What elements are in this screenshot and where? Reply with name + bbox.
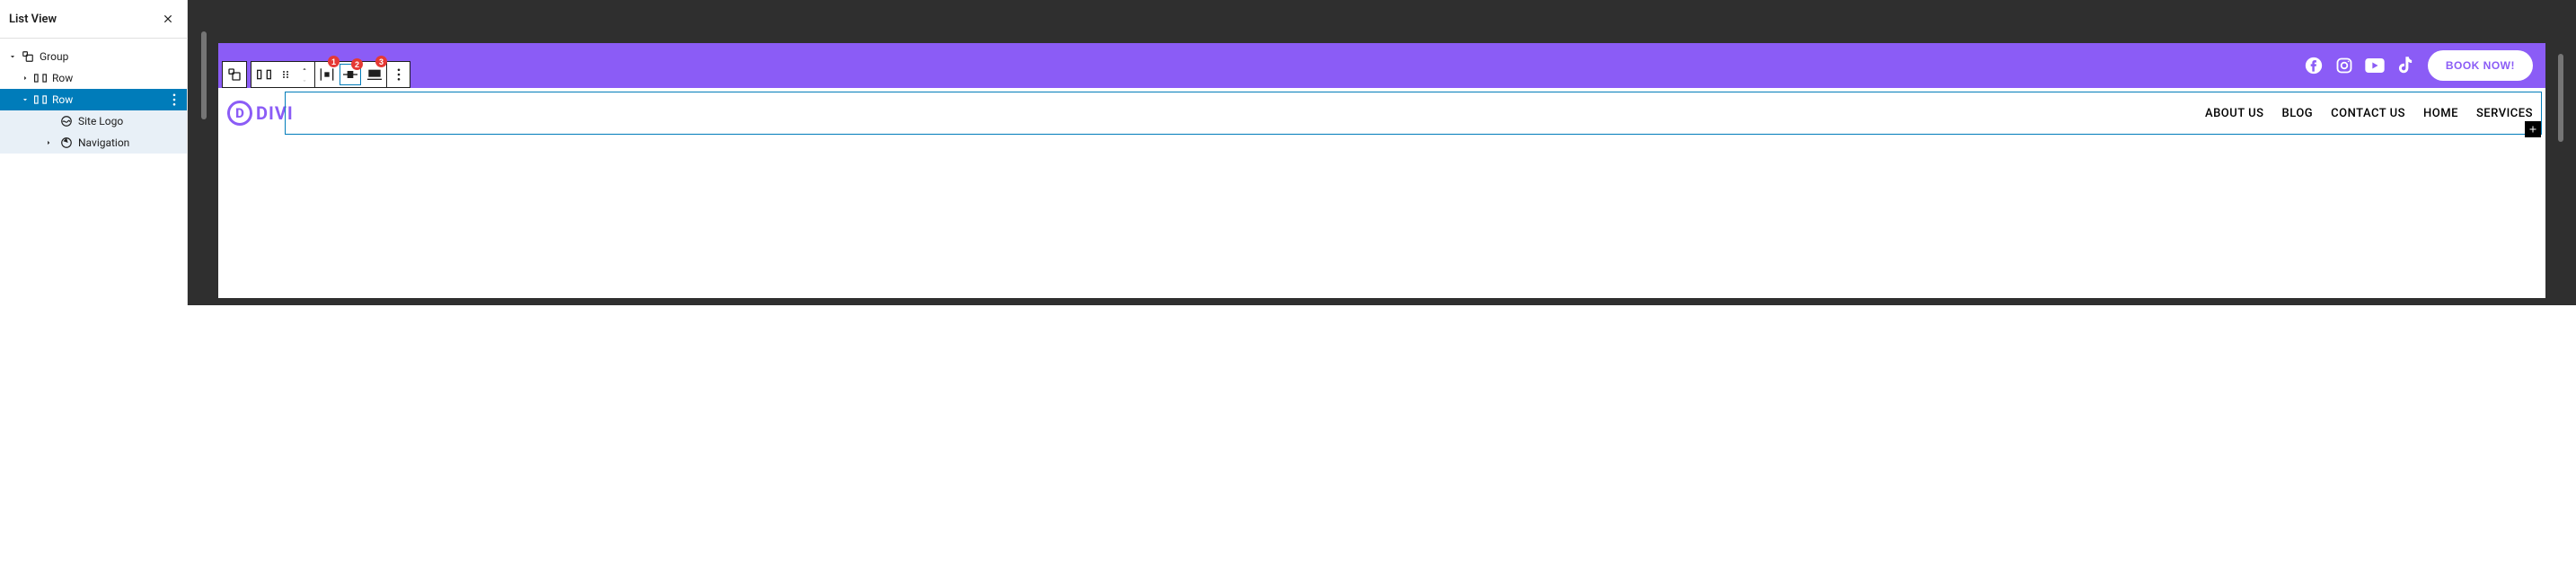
tree-item-row[interactable]: Row bbox=[0, 67, 187, 89]
page-preview: BOOK NOW! D DIVI ABOUT US BLOG CONTACT U… bbox=[218, 43, 2545, 298]
tree-item-group[interactable]: Group bbox=[0, 46, 187, 67]
editor-canvas: 1 2 3 BOOK NOW! bbox=[188, 0, 2576, 305]
scrollbar-left[interactable] bbox=[201, 31, 207, 119]
move-up-button[interactable] bbox=[300, 63, 309, 75]
more-vertical-icon bbox=[397, 68, 401, 81]
close-icon bbox=[162, 13, 174, 25]
social-icons bbox=[2304, 56, 2415, 75]
tree-label: Row bbox=[52, 72, 180, 84]
facebook-icon[interactable] bbox=[2304, 56, 2324, 75]
more-options-button[interactable] bbox=[386, 62, 410, 87]
scrollbar-right[interactable] bbox=[2558, 54, 2563, 142]
row-icon bbox=[257, 69, 271, 80]
annotation-badge-2: 2 bbox=[351, 58, 363, 70]
row-icon bbox=[34, 95, 47, 104]
annotation-badge-3: 3 bbox=[375, 56, 387, 67]
move-down-button[interactable] bbox=[300, 75, 309, 86]
chevron-right-icon bbox=[43, 138, 54, 147]
block-toolbar: 1 2 3 bbox=[222, 61, 410, 88]
tree-item-row-selected[interactable]: Row bbox=[0, 89, 187, 110]
group-icon bbox=[227, 67, 242, 82]
select-parent-button[interactable] bbox=[223, 62, 246, 87]
move-up-down bbox=[295, 62, 314, 87]
tree-item-navigation[interactable]: Navigation bbox=[0, 132, 187, 154]
chevron-right-icon bbox=[20, 74, 31, 83]
chevron-down-icon bbox=[300, 77, 309, 84]
navigation-selection-outline bbox=[285, 92, 2542, 135]
book-now-button[interactable]: BOOK NOW! bbox=[2428, 50, 2533, 81]
instagram-icon[interactable] bbox=[2334, 56, 2354, 75]
block-tree: Group Row Row Site Logo Navigation bbox=[0, 39, 187, 161]
chevron-down-icon bbox=[20, 95, 31, 104]
drag-icon bbox=[280, 69, 291, 80]
tree-label: Group bbox=[40, 50, 180, 63]
navigation-icon bbox=[60, 136, 73, 149]
list-view-header: List View bbox=[0, 0, 187, 39]
row-block-button[interactable] bbox=[251, 62, 277, 87]
list-view-panel: List View Group Row Row Site Logo bbox=[0, 0, 188, 305]
full-width-icon bbox=[367, 68, 382, 81]
row-icon bbox=[34, 74, 47, 83]
youtube-icon[interactable] bbox=[2365, 56, 2385, 75]
logo-mark: D bbox=[227, 101, 252, 126]
annotation-badge-1: 1 bbox=[328, 56, 340, 67]
tree-label: Site Logo bbox=[78, 115, 180, 127]
justify-space-between-icon bbox=[320, 68, 334, 81]
width-button[interactable]: 3 bbox=[363, 62, 386, 87]
align-button[interactable]: 2 bbox=[340, 64, 361, 85]
toolbar-main-group: 1 2 3 bbox=[251, 61, 410, 88]
chevron-down-icon bbox=[7, 52, 18, 61]
tiktok-icon[interactable] bbox=[2395, 56, 2415, 75]
toolbar-parent-group bbox=[222, 61, 247, 88]
drag-handle[interactable] bbox=[277, 62, 295, 87]
site-logo-icon bbox=[60, 115, 73, 127]
tree-item-options-button[interactable] bbox=[169, 93, 180, 106]
group-icon bbox=[22, 50, 34, 63]
tree-item-site-logo[interactable]: Site Logo bbox=[0, 110, 187, 132]
list-view-title: List View bbox=[9, 13, 57, 26]
justify-button[interactable]: 1 bbox=[314, 62, 338, 87]
plus-icon bbox=[2527, 124, 2538, 135]
tree-label: Navigation bbox=[78, 136, 180, 149]
tree-label: Row bbox=[52, 93, 169, 106]
close-panel-button[interactable] bbox=[158, 9, 178, 29]
nav-row: D DIVI ABOUT US BLOG CONTACT US HOME SER… bbox=[218, 88, 2545, 138]
align-middle-icon bbox=[343, 68, 357, 81]
top-banner: BOOK NOW! bbox=[218, 43, 2545, 88]
chevron-up-icon bbox=[300, 66, 309, 73]
add-block-button[interactable] bbox=[2525, 121, 2541, 137]
